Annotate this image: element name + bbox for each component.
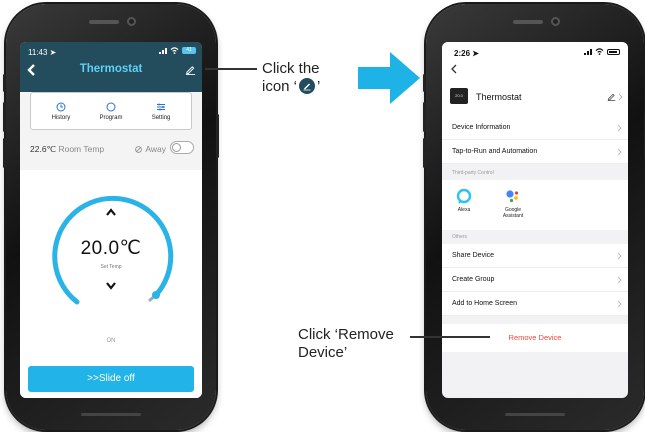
signal-icon: [159, 47, 167, 54]
slide-off-button[interactable]: >>Slide off: [28, 366, 194, 392]
callout-line-edit: [205, 68, 257, 70]
row-create-group[interactable]: Create Group: [442, 268, 628, 292]
camera: [127, 17, 136, 26]
edit-icon[interactable]: [185, 64, 196, 75]
camera: [551, 17, 560, 26]
row-tap-to-run[interactable]: Tap-to-Run and Automation: [442, 140, 628, 164]
side-button: [423, 102, 426, 132]
row-device-information[interactable]: Device Information: [442, 116, 628, 140]
side-button: [3, 138, 6, 168]
alexa-item[interactable]: Alexa: [456, 188, 472, 213]
next-step-arrow-icon: [358, 52, 420, 104]
status-icons: 41: [159, 47, 196, 54]
status-time: 2:26 ➤: [454, 49, 479, 58]
section-third-party: Third-party Control: [442, 166, 628, 180]
google-assistant-item[interactable]: Google Assistant: [498, 188, 528, 219]
right-screen: 2:26 ➤ 20.0 Thermostat Device Informatio…: [442, 42, 628, 398]
alexa-icon: [456, 188, 472, 204]
callout-click-icon: Click the icon ‘’: [262, 60, 321, 95]
room-temp: 22.6℃ Room Temp: [30, 144, 104, 155]
status-time: 11:43 ➤: [28, 48, 57, 57]
signal-icon: [584, 48, 592, 55]
chevron-right-icon: [618, 93, 623, 101]
away-icon: [135, 145, 143, 153]
speaker: [89, 20, 119, 24]
row-share-device[interactable]: Share Device: [442, 244, 628, 268]
google-assistant-icon: [506, 190, 519, 203]
set-temp-value: 20.0℃: [80, 238, 142, 259]
section-others: Others: [442, 230, 628, 244]
third-party-panel: Alexa Google Assistant: [442, 180, 628, 230]
wifi-icon: [170, 47, 179, 54]
battery-icon: 41: [182, 47, 196, 54]
home-indicator: [81, 413, 141, 416]
sliders-icon: [157, 103, 166, 110]
side-button: [3, 74, 6, 92]
edit-icon: [299, 78, 316, 94]
tab-bar: History Program Setting: [30, 92, 192, 130]
away-label: Away: [135, 144, 166, 154]
room-temp-label: Room Temp: [58, 144, 105, 154]
clock-icon: [56, 102, 66, 111]
callout-remove-device: Click ‘Remove Device’: [298, 326, 394, 361]
home-indicator: [505, 413, 565, 416]
program-icon: [106, 102, 116, 111]
edit-icon[interactable]: [607, 92, 616, 101]
side-button: [423, 138, 426, 168]
chevron-right-icon: [617, 148, 622, 156]
device-name: Thermostat: [476, 92, 522, 102]
callout-line-remove: [410, 336, 490, 338]
set-temp-label: Set Temp: [100, 264, 122, 270]
left-screen: 11:43 ➤ 41 Thermostat History Program Se…: [20, 42, 202, 398]
right-phone-frame: 2:26 ➤ 20.0 Thermostat Device Informatio…: [423, 4, 645, 430]
tab-setting[interactable]: Setting: [152, 102, 170, 121]
page-title: Thermostat: [79, 63, 143, 75]
chevron-right-icon: [617, 300, 622, 308]
wifi-icon: [595, 48, 604, 55]
tab-history[interactable]: History: [52, 102, 70, 121]
room-temp-value: 22.6℃: [30, 144, 57, 154]
chevron-right-icon: [617, 276, 622, 284]
chevron-right-icon: [617, 124, 622, 132]
status-icons: [584, 48, 620, 55]
toggle-knob: [172, 142, 181, 152]
chevron-down-icon[interactable]: [106, 282, 116, 290]
battery-icon: [607, 48, 620, 55]
row-add-to-home-screen[interactable]: Add to Home Screen: [442, 292, 628, 316]
side-button: [423, 74, 426, 92]
state-label: ON: [106, 338, 116, 344]
remove-device-button[interactable]: Remove Device: [442, 324, 628, 352]
speaker: [513, 20, 543, 24]
device-thumbnail: 20.0: [450, 88, 468, 104]
left-phone-frame: 11:43 ➤ 41 Thermostat History Program Se…: [3, 4, 219, 430]
app-header: 11:43 ➤ 41 Thermostat: [20, 42, 202, 92]
side-button: [216, 114, 219, 158]
back-chevron-icon[interactable]: [450, 64, 458, 74]
tab-program[interactable]: Program: [99, 102, 122, 121]
dial-handle[interactable]: [152, 291, 160, 299]
away-toggle[interactable]: [170, 141, 194, 154]
chevron-up-icon[interactable]: [106, 208, 116, 216]
chevron-right-icon: [617, 252, 622, 260]
side-button: [3, 102, 6, 132]
